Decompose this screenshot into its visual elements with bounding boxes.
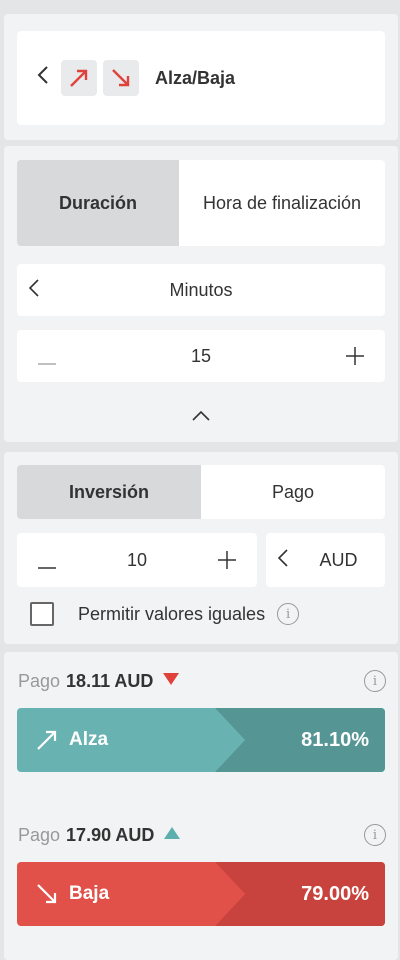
buy-fall-label: Baja xyxy=(35,882,109,906)
allow-equals-label: Permitir valores iguales xyxy=(78,603,266,624)
triangle-down-icon xyxy=(163,672,180,690)
chevron-left-icon[interactable] xyxy=(17,277,57,303)
duration-stepper: 15 xyxy=(17,330,385,382)
contract-title: Alza/Baja xyxy=(155,67,236,88)
fall-arrow-icon xyxy=(103,60,139,96)
currency-value: AUD xyxy=(319,549,358,570)
amount-value[interactable]: 10 xyxy=(77,550,197,571)
allow-equals-checkbox[interactable] xyxy=(30,602,54,626)
buy-rise-button[interactable]: Alza 81.10% xyxy=(17,708,385,772)
info-icon[interactable]: i xyxy=(277,603,300,625)
purchase-panel: Pago 18.11 AUD i Alza 81.10% Pago 17.90 … xyxy=(4,652,398,960)
buy-rise-label: Alza xyxy=(35,728,108,752)
rise-percent: 81.10% xyxy=(301,728,369,751)
contract-type-panel: Alza/Baja xyxy=(4,14,398,140)
chevron-left-icon[interactable] xyxy=(17,64,48,92)
duration-panel: Duración Hora de finalización Minutos 15 xyxy=(4,146,398,442)
tab-payout[interactable]: Pago xyxy=(201,465,385,519)
duration-mode-toggle: Duración Hora de finalización xyxy=(17,160,385,246)
triangle-up-icon xyxy=(164,826,181,844)
fall-arrow-icon xyxy=(37,884,57,904)
fall-percent: 79.00% xyxy=(301,882,369,905)
increment-button[interactable] xyxy=(325,341,385,372)
payout-info-up: Pago 18.11 AUD i xyxy=(18,670,386,692)
chevron-left-icon[interactable] xyxy=(266,547,306,573)
info-icon[interactable]: i xyxy=(364,670,386,692)
currency-select[interactable]: AUD xyxy=(266,533,385,587)
tab-stake[interactable]: Inversión xyxy=(17,465,201,519)
stake-panel: Inversión Pago 10 AUD Permitir valores i… xyxy=(4,452,398,644)
decrement-button[interactable] xyxy=(17,341,77,372)
tab-duration[interactable]: Duración xyxy=(17,160,179,246)
decrement-button[interactable] xyxy=(17,545,77,576)
payout-info-down: Pago 17.90 AUD i xyxy=(18,824,386,846)
payout-label: Pago xyxy=(18,670,61,691)
rise-arrow-icon xyxy=(37,730,57,750)
increment-button[interactable] xyxy=(197,545,257,576)
allow-equals-row: Permitir valores iguales i xyxy=(30,602,300,626)
collapse-chevron-up-icon[interactable] xyxy=(4,408,398,426)
stake-mode-toggle: Inversión Pago xyxy=(17,465,385,519)
payout-value: 17.90 AUD xyxy=(66,824,155,845)
tab-end-time[interactable]: Hora de finalización xyxy=(179,160,385,246)
info-icon[interactable]: i xyxy=(364,824,386,846)
buy-fall-button[interactable]: Baja 79.00% xyxy=(17,862,385,926)
duration-unit-select[interactable]: Minutos xyxy=(17,264,385,316)
payout-label: Pago xyxy=(18,824,61,845)
amount-stepper: 10 xyxy=(17,533,257,587)
rise-arrow-icon xyxy=(61,60,97,96)
duration-unit-value: Minutos xyxy=(169,279,233,300)
contract-type-selector[interactable]: Alza/Baja xyxy=(17,31,385,125)
payout-value: 18.11 AUD xyxy=(66,670,154,691)
duration-value[interactable]: 15 xyxy=(77,346,325,367)
